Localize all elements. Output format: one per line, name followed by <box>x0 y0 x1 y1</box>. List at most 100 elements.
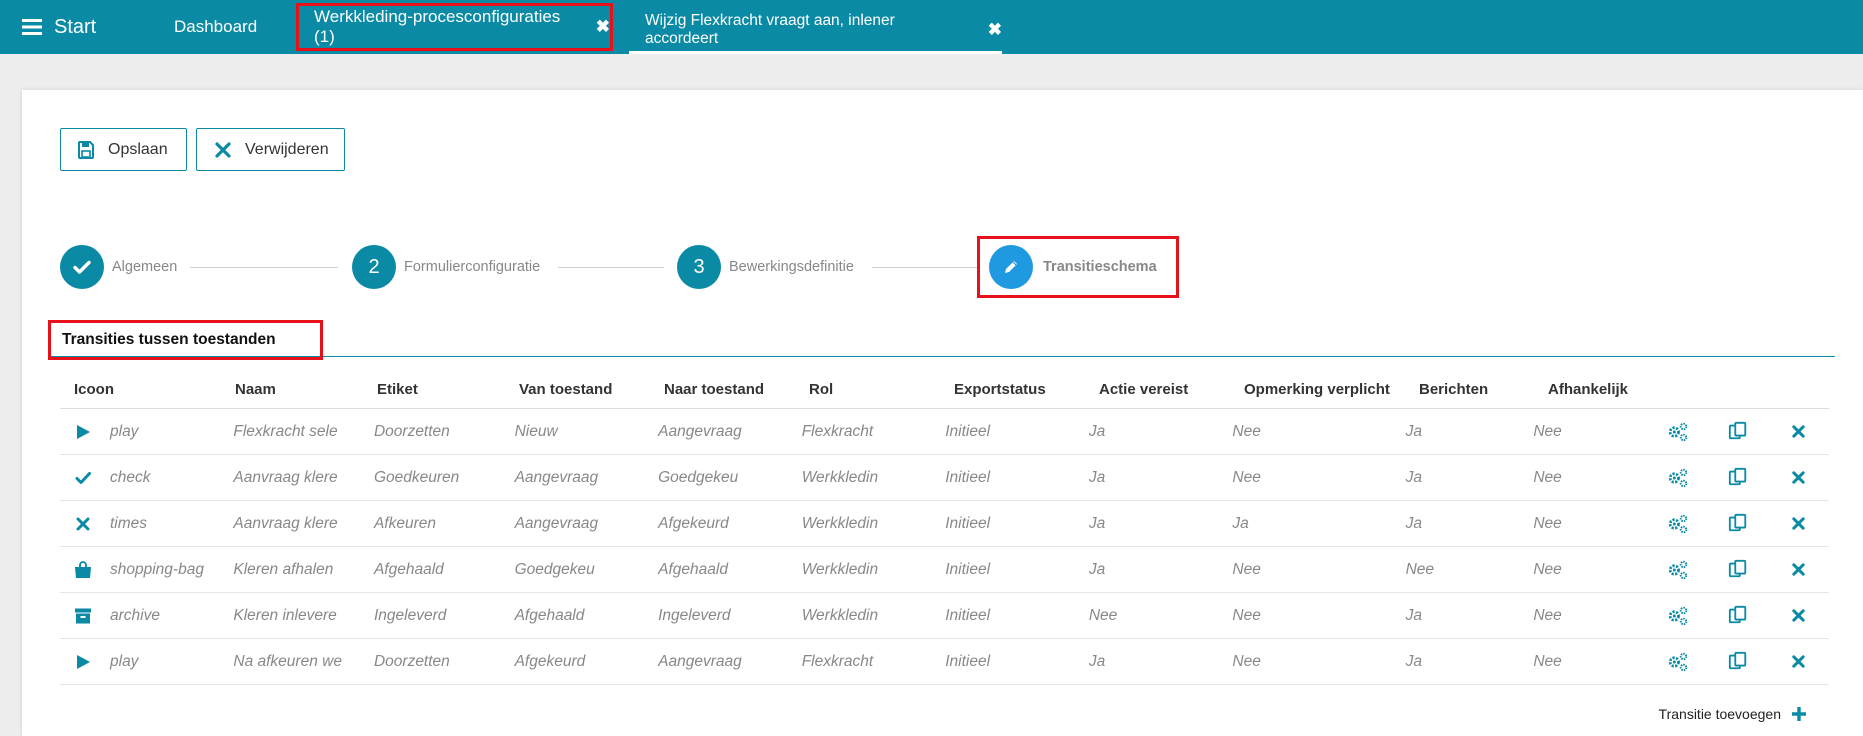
hamburger-icon <box>22 18 42 36</box>
copy-button[interactable] <box>1708 421 1768 443</box>
column-header: Actie vereist <box>1099 380 1189 398</box>
icon-cell: play <box>60 423 219 441</box>
cell-naar: Aangevraag <box>658 652 742 670</box>
tab-label: Wijzig Flexkracht vraagt aan, inlener ac… <box>645 11 895 47</box>
delete-button[interactable]: Verwijderen <box>196 128 345 171</box>
delete-row-button[interactable] <box>1769 562 1829 577</box>
configure-button[interactable] <box>1648 605 1708 627</box>
cell-etiket: Doorzetten <box>373 652 450 670</box>
times-icon <box>1791 424 1806 439</box>
cell-export: Initieel <box>945 422 991 440</box>
cell-naam: Aanvraag klere <box>233 468 338 486</box>
add-transition-label: Transitie toevoegen <box>1658 706 1781 722</box>
archive-icon <box>74 607 92 625</box>
cell-naam: Kleren inlevere <box>233 606 337 624</box>
configure-button[interactable] <box>1648 467 1708 489</box>
gears-icon <box>1667 651 1689 673</box>
cell-rol: Werkkledin <box>801 560 879 578</box>
column-header: Afhankelijk <box>1548 380 1629 398</box>
tab-wijzig-flexkracht[interactable]: Wijzig Flexkracht vraagt aan, inlener ac… <box>629 0 1002 54</box>
table-body: play Flexkracht sele Doorzetten Nieuw Aangev… <box>60 409 1829 685</box>
tab-dashboard[interactable]: Dashboard <box>174 0 257 54</box>
cell-actie: Nee <box>1088 606 1118 624</box>
save-button[interactable]: Opslaan <box>60 128 187 171</box>
menu-button[interactable]: Start <box>22 14 96 40</box>
cell-naar: Goedgekeu <box>658 468 739 486</box>
copy-button[interactable] <box>1708 605 1768 627</box>
table-row[interactable]: check Aanvraag klere Goedkeuren Aangevraag G… <box>60 455 1829 501</box>
copy-button[interactable] <box>1708 559 1768 581</box>
tab-werkkleding-procesconfiguraties[interactable]: Werkkleding-procesconfiguraties (1) ✖ <box>296 3 613 51</box>
cell-actie: Ja <box>1088 468 1106 486</box>
cell-rol: Werkkledin <box>801 606 879 624</box>
icon-name: check <box>110 468 151 486</box>
cell-opmerking: Nee <box>1232 468 1261 486</box>
icon-name: play <box>110 422 139 440</box>
copy-button[interactable] <box>1708 651 1768 673</box>
cell-naam: Flexkracht sele <box>233 422 338 440</box>
add-transition-button[interactable]: Transitie toevoegen <box>1659 706 1807 722</box>
wizard-step-algemeen[interactable]: Algemeen <box>60 245 177 289</box>
tab-label: Werkkleding-procesconfiguraties (1) <box>314 7 561 46</box>
configure-button[interactable] <box>1648 651 1708 673</box>
close-icon[interactable]: ✖ <box>596 17 610 37</box>
column-header: Naar toestand <box>664 380 765 398</box>
table-row[interactable]: shopping-bag Kleren afhalen Afgehaald Goedg… <box>60 547 1829 593</box>
cell-van: Aangevraag <box>514 468 599 486</box>
step-number: 2 <box>352 245 396 289</box>
cell-export: Initieel <box>945 468 991 486</box>
cell-naar: Afgekeurd <box>658 514 729 532</box>
check-icon <box>60 245 104 289</box>
delete-row-button[interactable] <box>1769 470 1829 485</box>
table-row[interactable]: play Flexkracht sele Doorzetten Nieuw Aangev… <box>60 409 1829 455</box>
cell-naar: Afgehaald <box>658 560 728 578</box>
delete-row-button[interactable] <box>1769 608 1829 623</box>
cell-van: Nieuw <box>514 422 558 440</box>
cell-etiket: Ingeleverd <box>373 606 447 624</box>
times-icon <box>74 515 92 533</box>
icon-name: shopping-bag <box>110 560 204 578</box>
icon-cell: shopping-bag <box>60 561 219 579</box>
column-header: Naam <box>235 380 276 398</box>
column-header: Opmerking verplicht <box>1244 380 1390 398</box>
cell-berichten: Ja <box>1405 606 1422 624</box>
cell-actie: Ja <box>1088 560 1106 578</box>
cell-export: Initieel <box>945 652 991 670</box>
cell-berichten: Ja <box>1405 422 1422 440</box>
step-connector <box>190 267 338 268</box>
configure-button[interactable] <box>1648 513 1708 535</box>
copy-button[interactable] <box>1708 467 1768 489</box>
cell-van: Afgehaald <box>514 606 585 624</box>
shopping-bag-icon <box>74 560 92 579</box>
times-icon <box>1791 654 1806 669</box>
times-icon <box>1791 470 1806 485</box>
step-connector <box>872 267 978 268</box>
close-icon[interactable]: ✖ <box>988 20 1002 40</box>
wizard-step-formulierconfiguratie[interactable]: 2 Formulierconfiguratie <box>352 245 540 289</box>
cell-actie: Ja <box>1088 422 1106 440</box>
wizard-step-bewerkingsdefinitie[interactable]: 3 Bewerkingsdefinitie <box>677 245 854 289</box>
column-header: Berichten <box>1419 380 1489 398</box>
copy-button[interactable] <box>1708 513 1768 535</box>
gears-icon <box>1667 559 1689 581</box>
delete-row-button[interactable] <box>1769 516 1829 531</box>
icon-cell: check <box>60 469 219 487</box>
times-icon <box>1791 608 1806 623</box>
cell-actie: Ja <box>1088 514 1106 532</box>
column-header: Rol <box>809 380 834 398</box>
copy-icon <box>1728 513 1750 535</box>
table-row[interactable]: play Na afkeuren we Doorzetten Afgekeurd Aan… <box>60 639 1829 685</box>
wizard-step-transitieschema[interactable]: Transitieschema <box>977 236 1179 298</box>
times-icon <box>1791 516 1806 531</box>
configure-button[interactable] <box>1648 421 1708 443</box>
table-row[interactable]: times Aanvraag klere Afkeuren Aangevraag Afg… <box>60 501 1829 547</box>
delete-row-button[interactable] <box>1769 654 1829 669</box>
cell-afhankelijk: Nee <box>1533 468 1562 486</box>
top-navigation-bar: Start Dashboard Werkkleding-procesconfig… <box>0 0 1863 54</box>
configure-button[interactable] <box>1648 559 1708 581</box>
cell-berichten: Ja <box>1405 468 1422 486</box>
main-panel: Opslaan Verwijderen Algemeen 2 Formulier… <box>22 90 1863 736</box>
delete-row-button[interactable] <box>1769 424 1829 439</box>
cell-opmerking: Nee <box>1232 652 1261 670</box>
table-row[interactable]: archive Kleren inlevere Ingeleverd Afgehaal… <box>60 593 1829 639</box>
